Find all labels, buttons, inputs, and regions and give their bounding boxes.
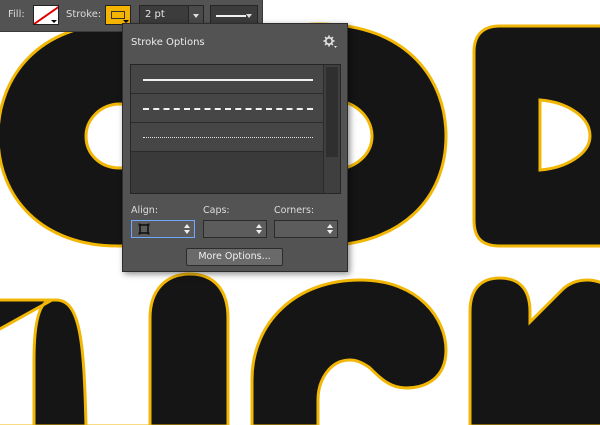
stroke-type-dashed[interactable]	[131, 94, 323, 123]
letter-k-shape	[468, 276, 600, 425]
gear-icon[interactable]	[323, 35, 337, 49]
stroke-type-dotted[interactable]	[131, 123, 323, 152]
letter-c-shape	[250, 278, 448, 425]
letter-d-shape	[472, 24, 600, 248]
stroke-weight-field[interactable]: 2 pt	[139, 5, 204, 25]
stepper-arrows-icon	[327, 224, 333, 234]
corners-select[interactable]	[274, 220, 338, 238]
fill-swatch-button[interactable]	[33, 5, 59, 25]
chevron-down-icon	[246, 14, 252, 18]
dotted-line-preview	[143, 137, 313, 138]
stepper-arrows-icon	[184, 224, 190, 234]
letter-u-shape	[0, 272, 230, 425]
stroke-weight-value: 2 pt	[145, 9, 165, 20]
panel-title: Stroke Options	[131, 37, 205, 48]
stroke-swatch-button[interactable]	[105, 5, 131, 25]
fill-label: Fill:	[8, 9, 25, 20]
solid-line-preview	[143, 79, 313, 81]
stroke-label: Stroke:	[66, 9, 102, 20]
chevron-down-icon	[193, 14, 199, 18]
scrollbar-thumb[interactable]	[326, 67, 338, 157]
align-select[interactable]	[131, 220, 195, 238]
stepper-arrows-icon	[256, 224, 262, 234]
stroke-type-list	[130, 64, 341, 194]
stroke-type-picker[interactable]	[210, 5, 258, 25]
more-options-button[interactable]: More Options...	[186, 248, 283, 266]
dashed-line-preview	[143, 108, 313, 110]
align-center-icon	[138, 223, 150, 235]
stroke-weight-dropdown-button[interactable]	[188, 6, 203, 24]
corners-label: Corners:	[274, 205, 315, 216]
caps-label: Caps:	[203, 205, 230, 216]
solid-line-icon	[216, 15, 246, 17]
align-label: Align:	[131, 205, 159, 216]
stroke-color-icon	[111, 11, 125, 19]
swatch-dropdown-arrow-icon	[51, 20, 57, 23]
caps-select[interactable]	[203, 220, 267, 238]
stroke-options-panel: Stroke Options Align: Caps: Corners: Mor…	[122, 23, 348, 272]
stroke-list-scrollbar[interactable]	[323, 65, 340, 193]
stroke-type-solid[interactable]	[131, 65, 323, 94]
